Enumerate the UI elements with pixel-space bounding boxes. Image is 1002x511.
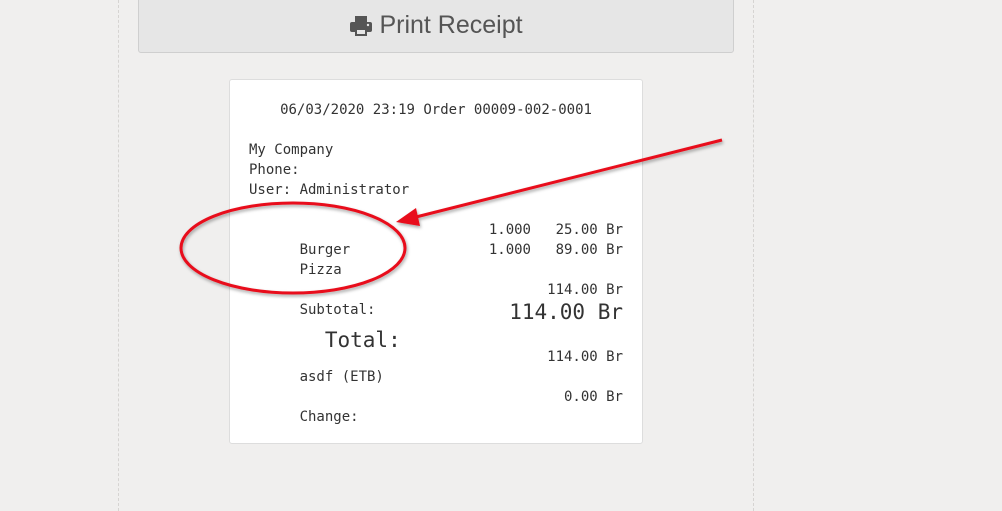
receipt-user: User: Administrator xyxy=(249,182,410,198)
subtotal-value: 114.00 Br xyxy=(547,282,623,298)
print-receipt-button[interactable]: Print Receipt xyxy=(138,0,734,53)
change-label: Change: xyxy=(299,409,359,425)
subtotal-row: Subtotal: 114.00 Br xyxy=(249,280,623,318)
change-row: Change: 0.00 Br xyxy=(249,387,623,425)
payment-label: asdf (ETB) xyxy=(299,369,384,385)
print-icon xyxy=(349,11,373,37)
item-name: Pizza xyxy=(299,262,342,278)
change-value: 0.00 Br xyxy=(563,389,623,405)
item-price: 89.00 Br xyxy=(555,242,623,258)
total-row: Total: 114.00 Br xyxy=(249,298,623,352)
payment-value: 114.00 Br xyxy=(547,349,623,365)
line-item: Pizza 1.000 89.00 Br xyxy=(249,240,623,278)
company-phone: Phone: xyxy=(249,162,300,178)
item-price: 25.00 Br xyxy=(555,222,623,238)
print-receipt-label: Print Receipt xyxy=(379,11,523,39)
item-qty: 1.000 xyxy=(488,222,531,238)
payment-row: asdf (ETB) 114.00 Br xyxy=(249,347,623,385)
line-item: Burger 1.000 25.00 Br xyxy=(249,220,623,258)
page: Print Receipt 06/03/2020 23:19 Order 000… xyxy=(0,0,1002,511)
company-name: My Company xyxy=(249,142,334,158)
receipt: 06/03/2020 23:19 Order 00009-002-0001 My… xyxy=(229,79,643,444)
total-value: 114.00 Br xyxy=(509,300,623,324)
item-qty: 1.000 xyxy=(488,242,531,258)
receipt-header: 06/03/2020 23:19 Order 00009-002-0001 xyxy=(280,102,592,118)
